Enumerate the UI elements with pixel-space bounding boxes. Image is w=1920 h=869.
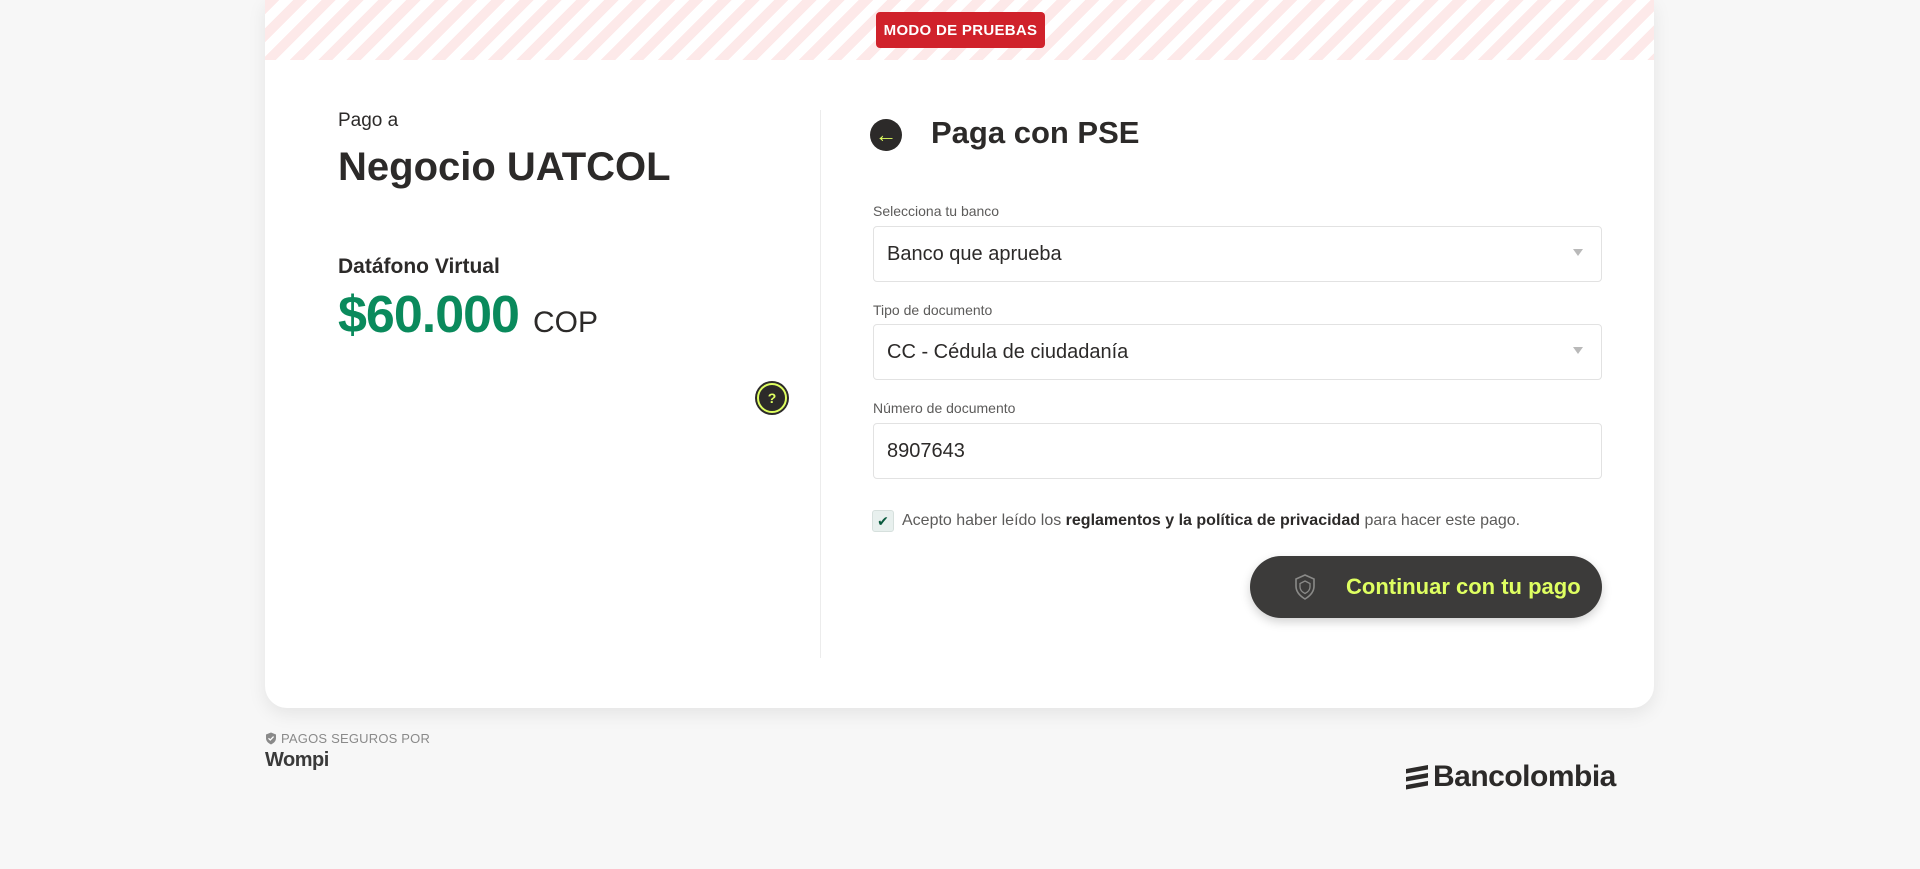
doc-type-select[interactable]: CC - Cédula de ciudadanía [873, 324, 1602, 380]
terms-suffix: para hacer este pago. [1364, 512, 1521, 529]
terms-prefix: Acepto haber leído los [902, 512, 1062, 529]
secure-payments-label: PAGOS SEGUROS POR [265, 731, 430, 746]
checkout-card: MODO DE PRUEBAS Pago a Negocio UATCOL Da… [265, 0, 1654, 708]
doc-type-label: Tipo de documento [873, 302, 993, 318]
question-icon[interactable]: ? [757, 383, 787, 413]
form-title: Paga con PSE [931, 115, 1140, 150]
doc-number-input[interactable]: 8907643 [873, 423, 1602, 479]
bank-select-value: Banco que aprueba [887, 242, 1062, 265]
terms-checkbox[interactable]: ✔ [872, 510, 894, 532]
currency-label: COP [532, 306, 598, 339]
shield-check-icon [266, 732, 276, 745]
wompi-logo: Wompi [265, 749, 329, 771]
bank-label: Selecciona tu banco [873, 203, 1000, 219]
chevron-down-icon [1573, 249, 1583, 256]
merchant-name: Negocio UATCOL [338, 145, 671, 189]
pay-to-label: Pago a [338, 110, 399, 131]
continue-payment-button[interactable]: Continuar con tu pago [1250, 556, 1602, 618]
chevron-down-icon [1573, 347, 1583, 354]
product-name: Datáfono Virtual [338, 255, 500, 278]
column-divider [820, 110, 821, 658]
arrow-left-icon[interactable]: ← [870, 119, 902, 151]
terms-row: ✔ Acepto haber leído los reglamentos y l… [872, 510, 1520, 532]
doc-number-value: 8907643 [887, 439, 965, 462]
test-mode-banner: MODO DE PRUEBAS [265, 0, 1654, 60]
amount-row: $60.000 COP [338, 285, 598, 345]
amount-value: $60.000 [338, 286, 520, 344]
bank-select[interactable]: Banco que aprueba [873, 226, 1602, 282]
doc-type-select-value: CC - Cédula de ciudadanía [887, 340, 1129, 363]
secure-payments-text: PAGOS SEGUROS POR [281, 731, 431, 746]
continue-button-label: Continuar con tu pago [1346, 574, 1581, 599]
bancolombia-bars-icon [1406, 765, 1428, 790]
bancolombia-name: Bancolombia [1433, 760, 1616, 793]
doc-number-label: Número de documento [873, 400, 1016, 416]
test-mode-badge: MODO DE PRUEBAS [876, 12, 1045, 48]
bancolombia-logo: Bancolombia [1403, 760, 1616, 794]
terms-text: Acepto haber leído los reglamentos y la … [902, 512, 1520, 530]
shield-icon [1294, 574, 1316, 600]
terms-link[interactable]: reglamentos y la política de privacidad [1066, 512, 1360, 529]
